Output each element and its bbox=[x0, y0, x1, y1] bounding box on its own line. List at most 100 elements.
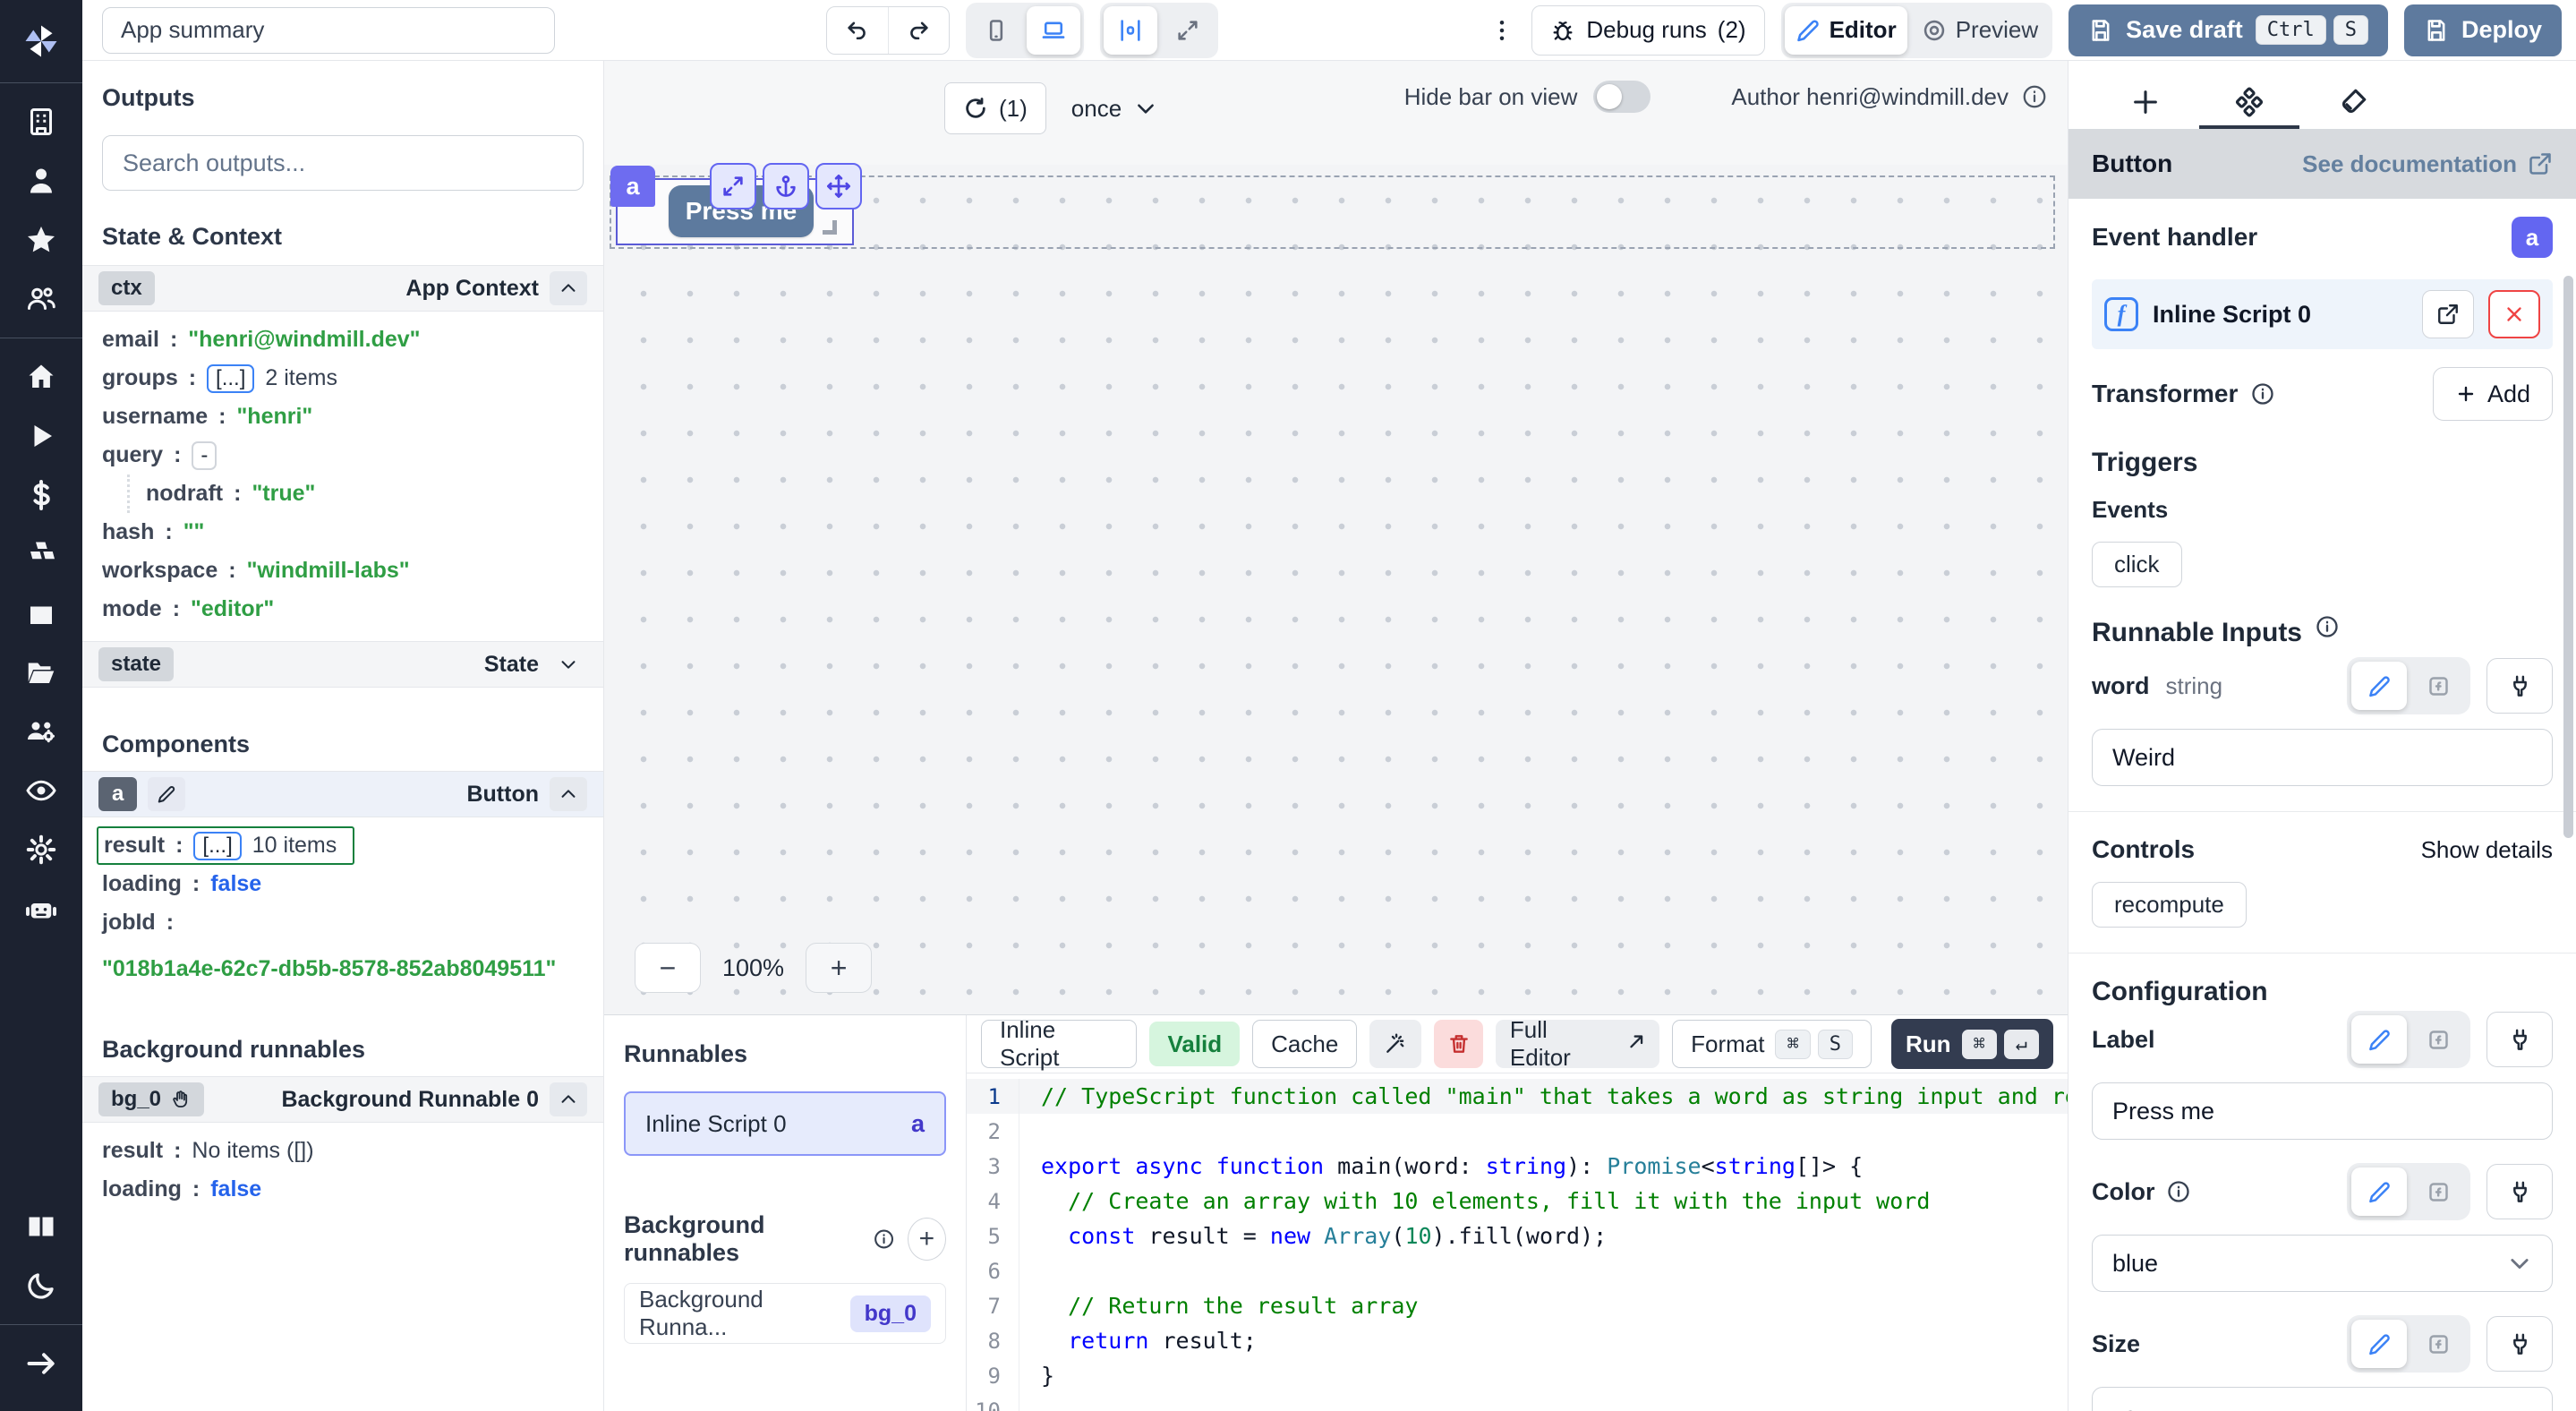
sidebar-item-docs[interactable] bbox=[0, 1197, 82, 1256]
sidebar-item-variables[interactable] bbox=[0, 466, 82, 525]
see-documentation-link[interactable]: See documentation bbox=[2302, 150, 2553, 178]
expression-mode-button[interactable] bbox=[2410, 1167, 2466, 1216]
zoom-out-button[interactable]: − bbox=[635, 943, 701, 993]
button-component-collapse[interactable] bbox=[550, 777, 587, 811]
selected-component-id-tag[interactable]: a bbox=[610, 166, 655, 207]
connect-output-button[interactable] bbox=[2486, 1164, 2553, 1219]
refresh-mode-dropdown[interactable]: once bbox=[1071, 95, 1157, 123]
code-line[interactable]: 2 bbox=[967, 1114, 2068, 1149]
sidebar-item-groups[interactable] bbox=[0, 702, 82, 761]
debug-runs-button[interactable]: Debug runs (2) bbox=[1531, 5, 1764, 56]
redo-button[interactable] bbox=[888, 7, 949, 54]
tab-styling[interactable] bbox=[2301, 77, 2405, 127]
center-content-button[interactable] bbox=[1104, 6, 1157, 55]
scrollbar-thumb[interactable] bbox=[2563, 276, 2573, 838]
static-value-mode-button[interactable] bbox=[2351, 662, 2407, 710]
desktop-view-button[interactable] bbox=[1027, 6, 1080, 55]
label-input[interactable] bbox=[2092, 1082, 2553, 1140]
sidebar-item-user[interactable] bbox=[0, 151, 82, 210]
sidebar-item-apps[interactable] bbox=[0, 92, 82, 151]
runnable-item-selected[interactable]: Inline Script 0 a bbox=[624, 1091, 946, 1156]
static-value-mode-button[interactable] bbox=[2351, 1015, 2407, 1064]
run-button[interactable]: Run ⌘↵ bbox=[1891, 1019, 2053, 1069]
state-header[interactable]: state State bbox=[82, 641, 603, 688]
sidebar-item-folders[interactable] bbox=[0, 643, 82, 702]
fullscreen-button[interactable] bbox=[1161, 6, 1215, 55]
tab-preview[interactable]: Preview bbox=[1911, 6, 2049, 55]
event-chip[interactable]: click bbox=[2092, 542, 2182, 587]
anchor-component-button[interactable] bbox=[763, 163, 809, 210]
cache-button[interactable]: Cache bbox=[1252, 1020, 1357, 1068]
expand-value-box[interactable]: - bbox=[192, 441, 217, 470]
color-select[interactable]: blue bbox=[2092, 1235, 2553, 1292]
state-expand-button[interactable] bbox=[550, 647, 587, 681]
bg-runnable-collapse[interactable] bbox=[550, 1082, 587, 1116]
sidebar-item-settings[interactable] bbox=[0, 820, 82, 879]
resize-handle[interactable] bbox=[823, 220, 837, 235]
static-value-mode-button[interactable] bbox=[2351, 1320, 2407, 1368]
hide-bar-toggle[interactable] bbox=[1593, 81, 1651, 113]
ctx-header[interactable]: ctx App Context bbox=[82, 265, 603, 312]
canvas-grid[interactable] bbox=[604, 165, 2068, 1014]
code-line[interactable]: 4 // Create an array with 10 elements, f… bbox=[967, 1184, 2068, 1219]
more-options-button[interactable] bbox=[1488, 17, 1515, 44]
rename-component-button[interactable] bbox=[148, 777, 185, 811]
show-details-link[interactable]: Show details bbox=[2421, 836, 2553, 864]
add-background-runnable-button[interactable]: + bbox=[908, 1218, 946, 1261]
static-value-mode-button[interactable] bbox=[2351, 1167, 2407, 1216]
sidebar-item-home[interactable] bbox=[0, 347, 82, 406]
button-component-header[interactable]: a Button bbox=[82, 771, 603, 817]
bg-runnable-item[interactable]: Background Runna... bg_0 bbox=[624, 1283, 946, 1344]
attached-script-row[interactable]: f Inline Script 0 bbox=[2092, 279, 2553, 349]
sidebar-item-workers[interactable] bbox=[0, 879, 82, 938]
move-component-button[interactable] bbox=[815, 163, 862, 210]
dark-mode-toggle[interactable] bbox=[0, 1256, 82, 1315]
code-editor[interactable]: 1 // TypeScript function called "main" t… bbox=[967, 1073, 2068, 1411]
expression-mode-button[interactable] bbox=[2410, 1015, 2466, 1064]
connect-output-button[interactable] bbox=[2486, 658, 2553, 714]
code-line[interactable]: 7 // Return the result array bbox=[967, 1288, 2068, 1323]
full-editor-button[interactable]: Full Editor bbox=[1496, 1020, 1659, 1068]
save-draft-button[interactable]: Save draft CtrlS bbox=[2068, 4, 2388, 56]
zoom-in-button[interactable]: + bbox=[806, 943, 872, 993]
ctx-collapse-button[interactable] bbox=[550, 271, 587, 305]
sidebar-item-community[interactable] bbox=[0, 269, 82, 329]
expand-sidebar-button[interactable] bbox=[0, 1334, 82, 1393]
tab-editor[interactable]: Editor bbox=[1785, 6, 1907, 55]
sidebar-item-resources[interactable] bbox=[0, 525, 82, 584]
expression-mode-button[interactable] bbox=[2410, 662, 2466, 710]
code-line[interactable]: 1 // TypeScript function called "main" t… bbox=[967, 1079, 2068, 1114]
tab-component-settings[interactable] bbox=[2197, 77, 2301, 127]
app-summary-input[interactable] bbox=[102, 7, 555, 54]
add-transformer-button[interactable]: Add bbox=[2433, 367, 2553, 421]
refresh-app-button[interactable]: (1) bbox=[944, 82, 1046, 134]
tab-insert-component[interactable] bbox=[2094, 77, 2197, 127]
expand-value-box[interactable]: [...] bbox=[193, 832, 241, 860]
expression-mode-button[interactable] bbox=[2410, 1320, 2466, 1368]
code-line[interactable]: 6 bbox=[967, 1253, 2068, 1288]
sidebar-item-favorites[interactable] bbox=[0, 210, 82, 269]
code-line[interactable]: 8 return result; bbox=[967, 1323, 2068, 1358]
control-chip[interactable]: recompute bbox=[2092, 882, 2247, 928]
format-button[interactable]: Format ⌘S bbox=[1672, 1020, 1872, 1068]
detach-script-button[interactable] bbox=[2488, 290, 2540, 338]
connect-output-button[interactable] bbox=[2486, 1012, 2553, 1067]
app-canvas[interactable]: (1) once Hide bar on view Au bbox=[604, 61, 2068, 1014]
expand-value-box[interactable]: [...] bbox=[207, 364, 254, 393]
script-kind-tab[interactable]: Inline Script bbox=[981, 1020, 1137, 1068]
code-line[interactable]: 10 bbox=[967, 1393, 2068, 1411]
bg-runnable-header[interactable]: bg_0 Background Runnable 0 bbox=[82, 1076, 603, 1123]
size-select[interactable]: xs bbox=[2092, 1387, 2553, 1411]
word-input[interactable] bbox=[2092, 729, 2553, 786]
deploy-button[interactable]: Deploy bbox=[2404, 4, 2562, 56]
search-outputs-input[interactable] bbox=[102, 135, 584, 191]
code-line[interactable]: 9 } bbox=[967, 1358, 2068, 1393]
undo-button[interactable] bbox=[827, 7, 888, 54]
expand-component-button[interactable] bbox=[710, 163, 756, 210]
delete-script-button[interactable] bbox=[1434, 1020, 1483, 1068]
connect-output-button[interactable] bbox=[2486, 1316, 2553, 1372]
sidebar-item-audit-logs[interactable] bbox=[0, 761, 82, 820]
windmill-logo-icon[interactable] bbox=[0, 13, 82, 70]
ai-assistant-button[interactable] bbox=[1369, 1020, 1421, 1068]
code-line[interactable]: 3 export async function main(word: strin… bbox=[967, 1149, 2068, 1184]
